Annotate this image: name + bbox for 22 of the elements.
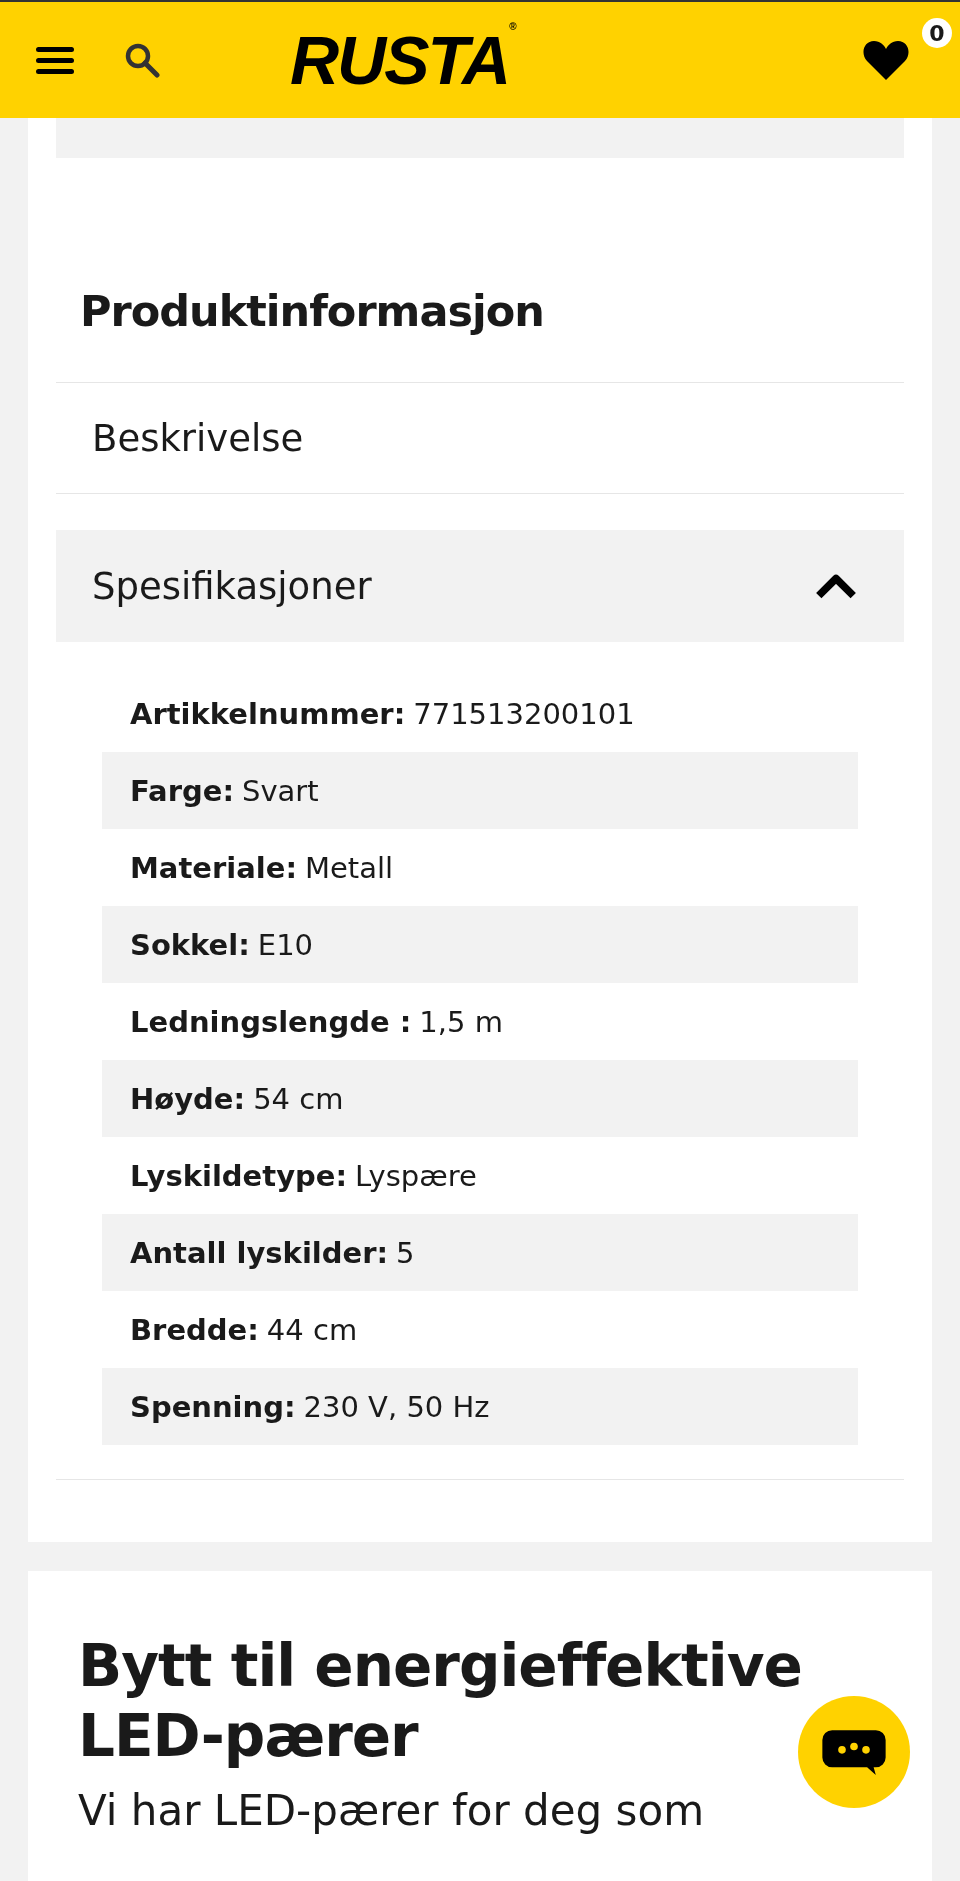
spec-row-text: Bredde: 44 cm xyxy=(129,1311,359,1349)
spec-row: Farge: Svart xyxy=(102,752,858,829)
search-icon[interactable] xyxy=(124,42,160,78)
menu-icon[interactable] xyxy=(36,45,74,75)
promo-text: Vi har LED-pærer for deg som xyxy=(78,1785,706,1837)
spec-row-text: Materiale: Metall xyxy=(129,849,395,887)
section-title: Produktinformasjon xyxy=(56,158,904,383)
spec-row: Antall lyskilder: 5 xyxy=(102,1214,858,1291)
chat-bubble-icon xyxy=(821,1728,887,1776)
heart-icon[interactable] xyxy=(862,39,910,81)
accordion-header[interactable]: Beskrivelse xyxy=(56,383,904,494)
spec-row-text: Ledningslengde : 1,5 m xyxy=(129,1003,504,1041)
accordion-header[interactable]: Spesifikasjoner xyxy=(56,530,904,642)
favorites-count: 0 xyxy=(922,18,952,48)
promo-heading: Bytt til energieffektive LED-pærer xyxy=(78,1631,803,1771)
spec-row: Sokkel: E10 xyxy=(102,906,858,983)
logo[interactable]: RUSTA$^{®}$ xyxy=(290,21,515,99)
chevron-up-icon xyxy=(814,572,858,600)
spec-row: Spenning: 230 V, 50 Hz xyxy=(102,1368,858,1445)
spec-row: Høyde: 54 cm xyxy=(102,1060,858,1137)
spec-row-text: Lyskildetype: Lyspære xyxy=(129,1157,478,1195)
spec-row-text: Artikkelnummer: 771513200101 xyxy=(129,695,636,733)
